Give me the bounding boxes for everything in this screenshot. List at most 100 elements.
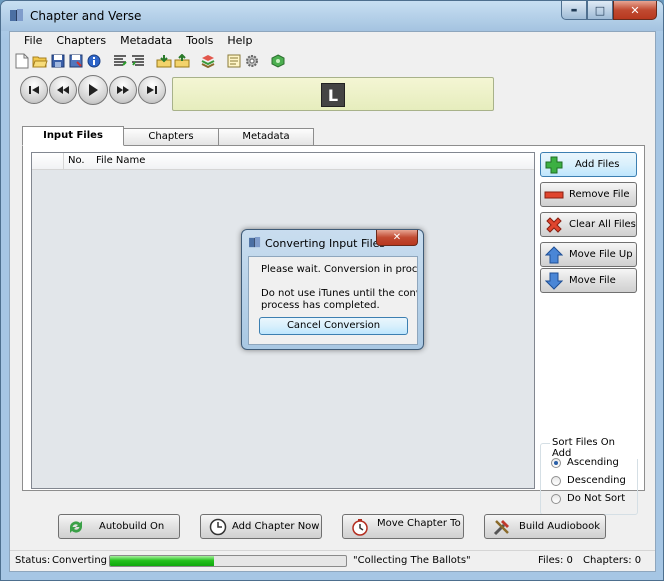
cancel-conversion-button[interactable]: Cancel Conversion bbox=[259, 317, 408, 335]
playback-display: L bbox=[172, 77, 494, 111]
clock-icon bbox=[207, 516, 229, 538]
dialog-body: Please wait. Conversion in process Do no… bbox=[248, 256, 418, 345]
clear-all-files-button[interactable]: Clear All Files bbox=[540, 212, 637, 237]
import-icon[interactable] bbox=[156, 53, 172, 69]
move-chapter-to-button[interactable]: Move Chapter To bbox=[342, 514, 464, 539]
align-left-icon[interactable] bbox=[112, 53, 128, 69]
toolbar bbox=[14, 51, 286, 71]
build-audiobook-button[interactable]: Build Audiobook bbox=[484, 514, 606, 539]
rewind-icon bbox=[57, 86, 69, 94]
display-badge: L bbox=[321, 83, 345, 107]
sort-files-group: Sort Files On Add Ascending Descending D… bbox=[540, 437, 638, 516]
skip-forward-button[interactable] bbox=[138, 76, 166, 104]
dialog-wait-text: Please wait. Conversion in process bbox=[261, 264, 418, 275]
fast-forward-icon bbox=[117, 86, 129, 94]
menu-tools[interactable]: Tools bbox=[180, 32, 221, 50]
skip-forward-icon bbox=[147, 86, 157, 94]
close-button[interactable]: ✕ bbox=[613, 1, 657, 20]
status-message: "Collecting The Ballots" bbox=[353, 555, 471, 566]
build-audiobook-label: Build Audiobook bbox=[519, 521, 601, 532]
settings-icon[interactable] bbox=[244, 53, 260, 69]
radio-unchecked-icon bbox=[551, 493, 561, 504]
stopwatch-icon bbox=[349, 516, 371, 538]
move-file-up-button[interactable]: Move File Up bbox=[540, 242, 637, 267]
menu-metadata[interactable]: Metadata bbox=[114, 32, 180, 50]
column-header-no[interactable]: No. bbox=[68, 155, 85, 166]
new-icon[interactable] bbox=[14, 53, 30, 69]
skip-back-icon bbox=[29, 86, 39, 94]
converting-dialog: Converting Input Files ✕ Please wait. Co… bbox=[241, 229, 424, 350]
chapter-list-icon[interactable] bbox=[226, 53, 242, 69]
column-header-check[interactable] bbox=[32, 153, 64, 170]
window-title: Chapter and Verse bbox=[30, 9, 142, 23]
tab-chapters[interactable]: Chapters bbox=[123, 128, 219, 146]
info-icon[interactable] bbox=[86, 53, 102, 69]
maximize-icon: □ bbox=[594, 3, 606, 17]
save-icon[interactable] bbox=[50, 53, 66, 69]
plus-icon bbox=[543, 154, 565, 176]
add-chapter-now-button[interactable]: Add Chapter Now bbox=[200, 514, 322, 539]
tab-metadata[interactable]: Metadata bbox=[218, 128, 314, 146]
add-chapter-now-label: Add Chapter Now bbox=[232, 521, 320, 532]
play-button[interactable] bbox=[78, 75, 108, 105]
menu-help[interactable]: Help bbox=[221, 32, 260, 50]
conversion-progress-bar bbox=[109, 555, 347, 567]
menu-file[interactable]: File bbox=[18, 32, 50, 50]
refresh-icon bbox=[65, 516, 87, 538]
align-right-icon[interactable] bbox=[130, 53, 146, 69]
column-header-file-name[interactable]: File Name bbox=[96, 155, 145, 166]
tab-input-files[interactable]: Input Files bbox=[22, 126, 124, 146]
file-list-header: No. File Name bbox=[32, 153, 534, 170]
app-book-icon bbox=[10, 9, 23, 21]
sort-descending-radio[interactable]: Descending bbox=[551, 475, 626, 486]
rewind-button[interactable] bbox=[49, 76, 77, 104]
title-bar[interactable]: Chapter and Verse ▬ □ ✕ bbox=[1, 1, 663, 31]
autobuild-button[interactable]: Autobuild On bbox=[58, 514, 180, 539]
play-icon bbox=[89, 84, 98, 96]
minimize-icon: ▬ bbox=[570, 6, 578, 14]
arrow-down-icon bbox=[543, 270, 565, 292]
globe-icon[interactable] bbox=[270, 53, 286, 69]
sort-none-radio[interactable]: Do Not Sort bbox=[551, 493, 625, 504]
dialog-title: Converting Input Files bbox=[265, 237, 386, 250]
chapters-count: Chapters: 0 bbox=[583, 555, 642, 566]
dialog-close-button[interactable]: ✕ bbox=[376, 230, 418, 246]
maximize-button[interactable]: □ bbox=[587, 1, 613, 20]
sort-ascending-label: Ascending bbox=[567, 457, 619, 468]
add-files-button[interactable]: Add Files bbox=[540, 152, 637, 177]
minus-icon bbox=[543, 184, 565, 206]
skip-back-button[interactable] bbox=[20, 76, 48, 104]
files-count: Files: 0 bbox=[538, 555, 573, 566]
arrow-up-icon bbox=[543, 244, 565, 266]
app-window: Chapter and Verse ▬ □ ✕ File Chapters Me… bbox=[0, 0, 664, 581]
layers-icon[interactable] bbox=[200, 53, 216, 69]
minimize-button[interactable]: ▬ bbox=[561, 1, 587, 20]
clear-all-files-label: Clear All Files bbox=[569, 219, 636, 230]
dialog-warning-text-2: process has completed. bbox=[261, 300, 380, 311]
save-as-icon[interactable] bbox=[68, 53, 84, 69]
status-value: Converting bbox=[52, 555, 108, 566]
remove-file-button[interactable]: Remove File bbox=[540, 182, 637, 207]
remove-file-label: Remove File bbox=[569, 189, 630, 200]
dialog-warning-text: Do not use iTunes until the conversic bbox=[261, 288, 417, 299]
menu-bar: File Chapters Metadata Tools Help bbox=[10, 32, 655, 50]
fast-forward-button[interactable] bbox=[109, 76, 137, 104]
sort-files-legend: Sort Files On Add bbox=[550, 437, 638, 459]
sort-none-label: Do Not Sort bbox=[567, 493, 626, 504]
progress-fill bbox=[110, 556, 214, 566]
dialog-app-icon bbox=[249, 237, 261, 248]
status-label: Status: bbox=[15, 555, 51, 566]
move-file-up-label: Move File Up bbox=[569, 249, 633, 260]
clear-x-icon bbox=[543, 214, 565, 236]
sort-ascending-radio[interactable]: Ascending bbox=[551, 457, 619, 468]
close-icon: ✕ bbox=[630, 3, 640, 17]
move-file-down-label: Move File bbox=[569, 275, 616, 286]
tab-strip: Input Files Chapters Metadata bbox=[22, 126, 314, 146]
move-file-down-button[interactable]: Move File bbox=[540, 268, 637, 293]
export-icon[interactable] bbox=[174, 53, 190, 69]
open-icon[interactable] bbox=[32, 53, 48, 69]
add-files-label: Add Files bbox=[575, 159, 620, 170]
menu-chapters[interactable]: Chapters bbox=[50, 32, 114, 50]
close-icon: ✕ bbox=[392, 232, 402, 243]
transport-controls bbox=[20, 75, 166, 105]
